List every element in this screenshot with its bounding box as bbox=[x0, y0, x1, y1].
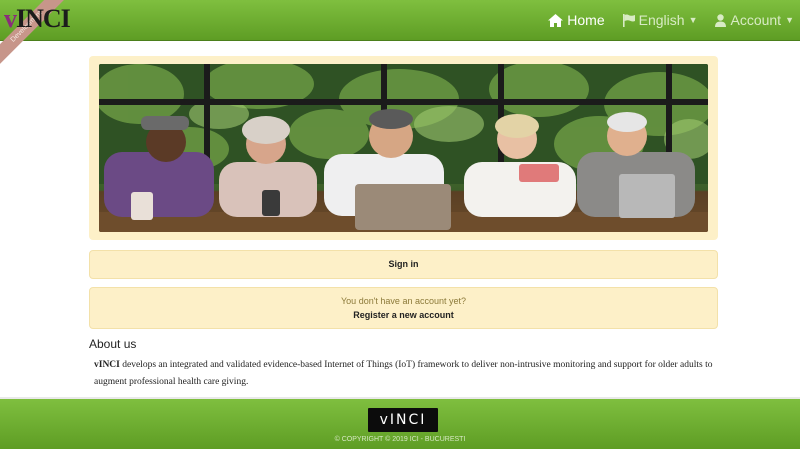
nav-home-link[interactable]: Home bbox=[548, 12, 605, 28]
register-panel: You don't have an account yet? Register … bbox=[89, 287, 718, 329]
chevron-down-icon: ▼ bbox=[785, 15, 794, 25]
hero-panel bbox=[89, 56, 718, 240]
register-link[interactable]: Register a new account bbox=[90, 310, 717, 320]
nav-account-label: Account bbox=[730, 12, 782, 28]
nav-menu: Home English ▼ Account ▼ bbox=[548, 0, 794, 40]
about-us-text: vINCI develops an integrated and validat… bbox=[94, 357, 734, 391]
hero-image bbox=[99, 64, 708, 232]
nav-language-label: English bbox=[638, 12, 685, 28]
about-brand: vINCI bbox=[94, 360, 120, 370]
top-navbar: Development vINCI Home English ▼ Account… bbox=[0, 0, 800, 70]
user-icon bbox=[715, 13, 727, 27]
copyright-text: © COPYRIGHT © 2019 ICI - BUCURESTI bbox=[334, 436, 466, 443]
footer-logo: vINCI bbox=[368, 408, 438, 432]
flag-icon bbox=[622, 13, 635, 27]
nav-account-dropdown[interactable]: Account ▼ bbox=[715, 12, 794, 28]
logo-rest: INCI bbox=[16, 4, 71, 33]
about-description: develops an integrated and validated evi… bbox=[94, 360, 713, 387]
nav-language-dropdown[interactable]: English ▼ bbox=[622, 12, 698, 28]
no-account-text: You don't have an account yet? bbox=[341, 296, 466, 306]
home-icon bbox=[548, 13, 564, 27]
chevron-down-icon: ▼ bbox=[688, 15, 698, 25]
logo-v: v bbox=[4, 4, 17, 33]
footer: vINCI © COPYRIGHT © 2019 ICI - BUCURESTI bbox=[0, 397, 800, 449]
about-us-heading: About us bbox=[89, 337, 137, 351]
brand-logo[interactable]: vINCI bbox=[4, 2, 71, 36]
nav-home-label: Home bbox=[567, 12, 605, 28]
sign-in-button[interactable]: Sign in bbox=[89, 250, 718, 279]
main-container: Sign in You don't have an account yet? R… bbox=[89, 56, 718, 329]
